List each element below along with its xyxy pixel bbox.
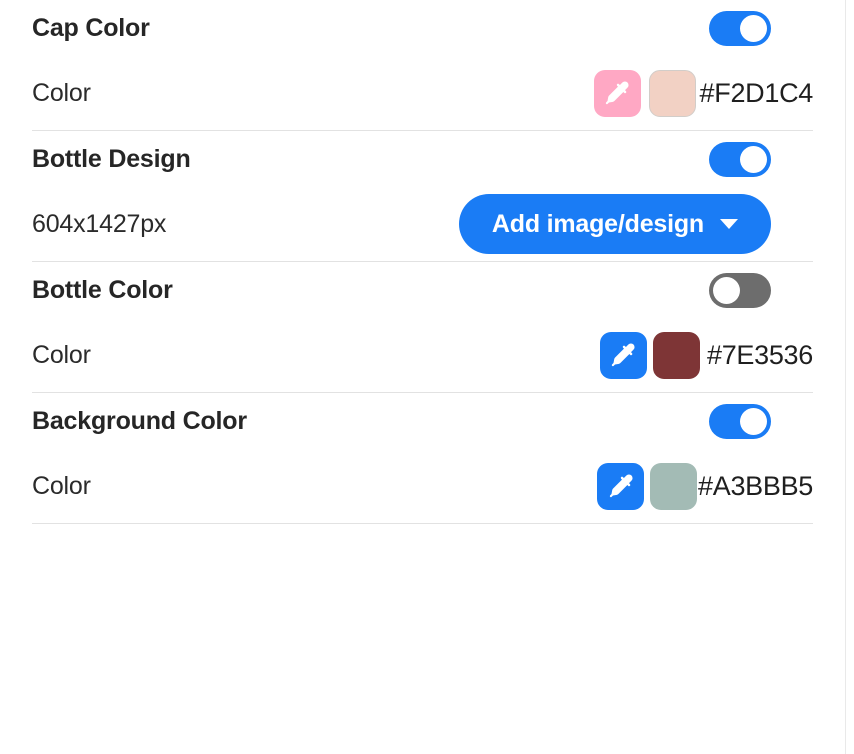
eyedropper-button[interactable] (599, 331, 647, 379)
hex-value: #A3BBB5 (698, 470, 813, 501)
eyedropper-button[interactable] (597, 462, 645, 510)
color-controls: #A3BBB5 (597, 462, 813, 510)
hex-value: #7E3536 (706, 339, 813, 370)
section-background-color: Background Color Color #A3BBB5 (0, 393, 845, 523)
section-control-background-color: Color #A3BBB5 (32, 449, 813, 523)
color-controls: #F2D1C4 (593, 69, 814, 117)
section-title: Cap Color (32, 13, 150, 42)
toggle-knob (740, 407, 767, 435)
add-image-design-label: Add image/design (491, 209, 704, 238)
toggle-knob (740, 14, 767, 42)
color-label: Color (32, 78, 91, 107)
section-bottle-design: Bottle Design 604x1427px Add image/design (0, 131, 845, 261)
section-header-cap-color: Cap Color (32, 0, 813, 56)
section-control-bottle-design: 604x1427px Add image/design (32, 187, 813, 261)
section-header-bottle-color: Bottle Color (32, 262, 813, 318)
color-swatch[interactable] (648, 69, 696, 117)
settings-panel: Cap Color Color #F2D1C4 Bottle Design 604x14… (0, 0, 846, 754)
color-swatch[interactable] (652, 331, 700, 379)
eyedropper-icon (602, 78, 632, 108)
toggle-bottle-design[interactable] (709, 141, 771, 177)
section-cap-color: Cap Color Color #F2D1C4 (0, 0, 845, 130)
toggle-knob (740, 145, 767, 173)
section-title: Bottle Design (32, 144, 191, 173)
section-title: Bottle Color (32, 275, 173, 304)
toggle-knob (713, 276, 740, 304)
color-label: Color (32, 340, 91, 369)
eyedropper-button[interactable] (593, 69, 641, 117)
chevron-down-icon (720, 219, 738, 229)
toggle-cap-color[interactable] (709, 10, 771, 46)
section-divider (32, 523, 813, 524)
section-control-bottle-color: Color #7E3536 (32, 318, 813, 392)
eyedropper-icon (608, 340, 638, 370)
section-bottle-color: Bottle Color Color #7E3536 (0, 262, 845, 392)
hex-value: #F2D1C4 (699, 77, 814, 108)
section-header-bottle-design: Bottle Design (32, 131, 813, 187)
section-control-cap-color: Color #F2D1C4 (32, 56, 813, 130)
section-title: Background Color (32, 406, 247, 435)
image-dimensions: 604x1427px (32, 209, 167, 238)
color-swatch[interactable] (650, 462, 698, 510)
section-header-background-color: Background Color (32, 393, 813, 449)
color-label: Color (32, 471, 91, 500)
toggle-background-color[interactable] (709, 403, 771, 439)
eyedropper-icon (606, 471, 636, 501)
add-image-design-button[interactable]: Add image/design (458, 194, 771, 254)
toggle-bottle-color[interactable] (709, 272, 771, 308)
color-controls: #7E3536 (599, 331, 813, 379)
